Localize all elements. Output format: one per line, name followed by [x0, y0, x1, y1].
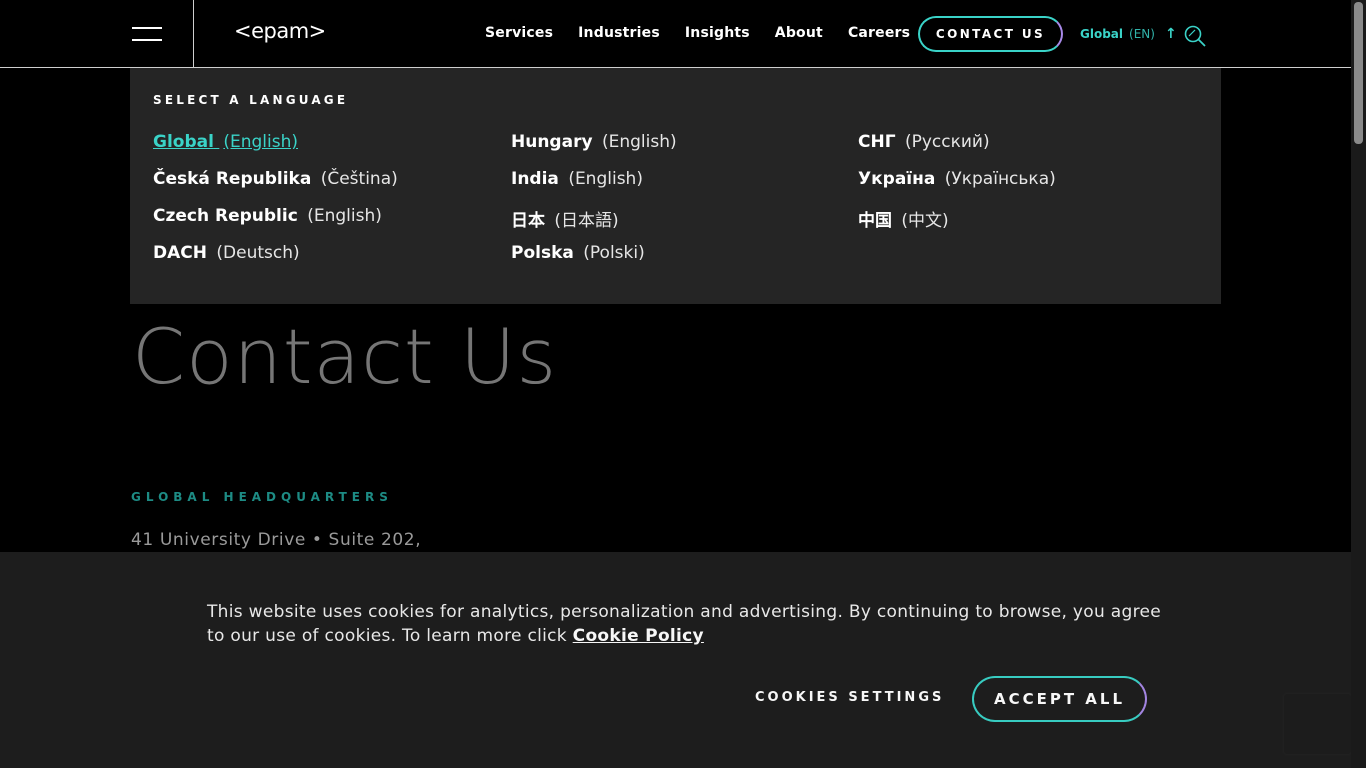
nav-item-industries[interactable]: Industries [578, 25, 660, 41]
language-option-india[interactable]: India (English) [511, 169, 677, 206]
recaptcha-badge[interactable] [1284, 694, 1351, 754]
page-title: Contact Us [132, 312, 558, 401]
hamburger-menu-icon[interactable] [132, 27, 162, 41]
language-dropdown-panel: SELECT A LANGUAGE Global (English) Česká… [130, 68, 1221, 304]
language-option-global[interactable]: Global (English) [153, 132, 398, 169]
arrow-up-icon: ↑ [1164, 26, 1177, 42]
cookie-banner: This website uses cookies for analytics,… [0, 552, 1351, 768]
language-switcher[interactable]: Global (EN) ↑ [1080, 26, 1177, 42]
scrollbar-thumb[interactable] [1354, 2, 1363, 144]
language-column-3: СНГ (Русский) Україна (Українська) 中国 (中… [858, 132, 1056, 243]
header-divider [193, 0, 194, 67]
hq-address: 41 University Drive • Suite 202, [131, 530, 422, 550]
language-option-hungary[interactable]: Hungary (English) [511, 132, 677, 169]
language-option-china[interactable]: 中国 (中文) [858, 206, 1056, 243]
cookies-settings-button[interactable]: COOKIES SETTINGS [755, 690, 944, 705]
main-nav: Services Industries Insights About Caree… [485, 25, 935, 41]
language-column-2: Hungary (English) India (English) 日本 (日本… [511, 132, 677, 280]
cookie-policy-link[interactable]: Cookie Policy [573, 626, 704, 646]
language-option-japan[interactable]: 日本 (日本語) [511, 206, 677, 243]
language-region: Global [1080, 27, 1124, 41]
language-panel-title: SELECT A LANGUAGE [153, 93, 349, 107]
language-option-cis[interactable]: СНГ (Русский) [858, 132, 1056, 169]
language-option-polska[interactable]: Polska (Polski) [511, 243, 677, 280]
nav-item-insights[interactable]: Insights [685, 25, 750, 41]
search-icon[interactable] [1183, 24, 1207, 48]
accept-all-button[interactable]: ACCEPT ALL [972, 676, 1147, 722]
nav-item-careers[interactable]: Careers [848, 25, 910, 41]
contact-us-button[interactable]: CONTACT US [918, 16, 1063, 52]
page-scrollbar[interactable] [1351, 0, 1366, 768]
hq-label: GLOBAL HEADQUARTERS [131, 490, 393, 504]
nav-item-about[interactable]: About [775, 25, 823, 41]
epam-logo[interactable]: <epam> [234, 19, 326, 43]
site-header: <epam> Services Industries Insights Abou… [0, 0, 1351, 68]
cookie-text: This website uses cookies for analytics,… [207, 602, 1162, 646]
language-code: (EN) [1129, 27, 1155, 41]
language-option-ceska-republika[interactable]: Česká Republika (Čeština) [153, 169, 398, 206]
language-option-ukraine[interactable]: Україна (Українська) [858, 169, 1056, 206]
language-column-1: Global (English) Česká Republika (Češtin… [153, 132, 398, 280]
language-option-dach[interactable]: DACH (Deutsch) [153, 243, 398, 280]
nav-item-services[interactable]: Services [485, 25, 553, 41]
language-option-czech-republic[interactable]: Czech Republic (English) [153, 206, 398, 243]
